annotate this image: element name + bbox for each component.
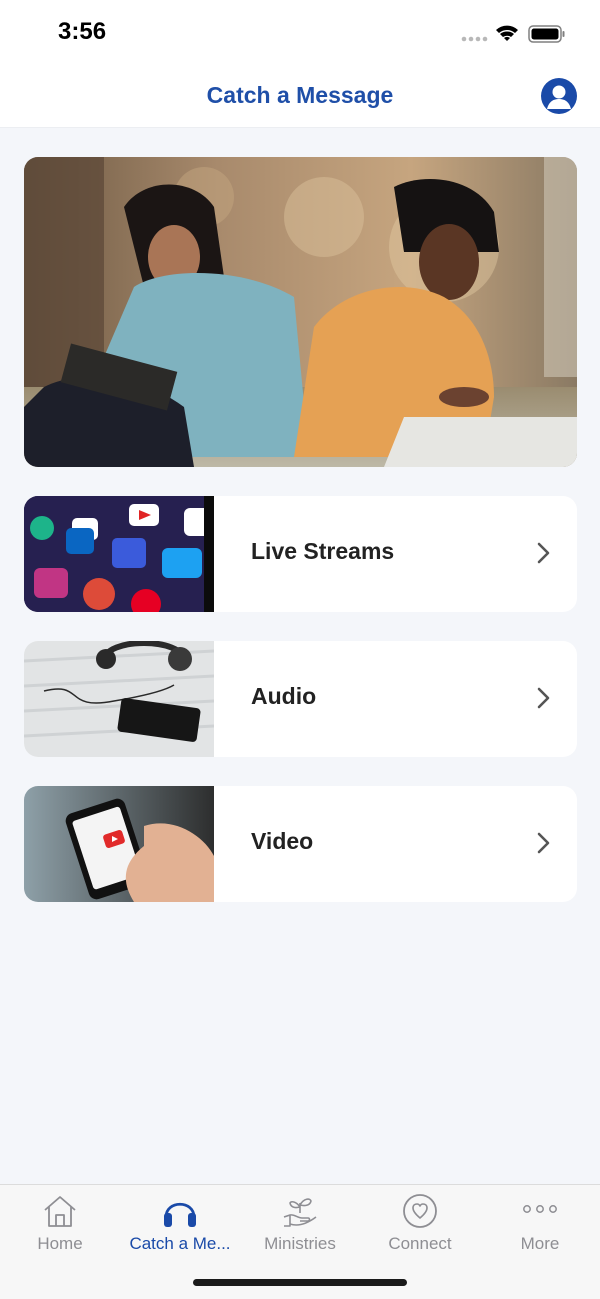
tab-label-home: Home (37, 1234, 83, 1253)
navigation-header: Catch a Message (0, 66, 600, 128)
status-time: 3:56 (58, 18, 107, 45)
video-card[interactable]: Video (24, 786, 577, 902)
tab-label-catch-a-message: Catch a Me... (129, 1234, 231, 1253)
status-icons (461, 25, 565, 43)
tab-more[interactable]: More (480, 1185, 600, 1265)
headphones-icon (164, 1202, 196, 1227)
status-bar: 3:56 (0, 0, 600, 66)
tab-label-connect: Connect (388, 1234, 452, 1253)
tab-ministries[interactable]: Ministries (240, 1185, 360, 1265)
home-indicator[interactable] (193, 1279, 407, 1286)
tab-home[interactable]: Home (0, 1185, 120, 1265)
video-label: Video (251, 828, 314, 854)
user-icon (547, 85, 571, 109)
plant-hand-icon (283, 1198, 317, 1227)
video-thumbnail (24, 786, 214, 902)
tab-label-ministries: Ministries (264, 1234, 336, 1253)
audio-card[interactable]: Audio (24, 641, 577, 757)
hero-image (24, 157, 577, 467)
live-streams-thumbnail (24, 496, 214, 612)
page-title: Catch a Message (206, 82, 394, 108)
live-streams-label: Live Streams (251, 538, 395, 564)
audio-label: Audio (251, 683, 317, 709)
more-dots-icon (523, 1205, 557, 1213)
battery-icon (528, 25, 565, 43)
audio-thumbnail (24, 641, 214, 757)
tab-catch-a-message[interactable]: Catch a Me... (120, 1185, 240, 1265)
signal-icon (461, 36, 488, 42)
live-streams-card[interactable]: Live Streams (24, 496, 577, 612)
wifi-icon (496, 25, 518, 41)
tab-connect[interactable]: Connect (360, 1185, 480, 1265)
chevron-right-icon (537, 832, 550, 854)
tab-label-more: More (520, 1234, 560, 1253)
chevron-right-icon (537, 542, 550, 564)
home-icon (44, 1196, 76, 1227)
heart-circle-icon (403, 1194, 437, 1228)
chevron-right-icon (537, 687, 550, 709)
profile-button[interactable] (541, 78, 577, 114)
hero-photo (24, 157, 577, 467)
